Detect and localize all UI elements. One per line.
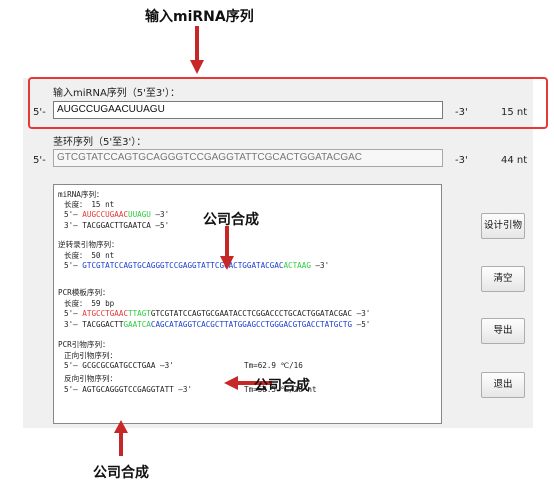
stemloop-field[interactable]: GTCGTATCCAGTGCAGGGTCCGAGGTATTCGCACTGGATA… (53, 149, 443, 167)
arrow-down-icon (220, 226, 234, 270)
stemloop-suffix: -3' (455, 155, 468, 166)
mirna-length: 长度： 15 nt (64, 200, 115, 209)
fwd-tm: Tm=62.9 ℃/16 (244, 361, 303, 370)
fwd-header: 正向引物序列： (64, 351, 118, 360)
exit-button[interactable]: 退出 (481, 372, 525, 398)
rev-sequence: 5'— AGTGCAGGGTCCGAGGTATT —3' (64, 385, 193, 394)
design-primer-button[interactable]: 设计引物 (481, 213, 525, 239)
pcr-length: 长度： 59 bp (64, 299, 115, 308)
pcr-header: PCR模板序列： (58, 288, 110, 297)
stemloop-prefix: 5'- (33, 155, 46, 166)
arrow-down-icon (190, 26, 204, 74)
arrow-up-icon (114, 420, 128, 456)
annotation-input-mirna: 输入miRNA序列 (145, 9, 254, 25)
clear-button[interactable]: 清空 (481, 266, 525, 292)
mirna-line-1: 5'— AUGCCUGAACUUAGU —3' (64, 210, 170, 219)
mirna-input[interactable]: AUGCCUGAACUUAGU (53, 101, 443, 119)
fwd-sequence: 5'— GCGCGCGATGCCTGAA —3' (64, 361, 174, 370)
rev-header: 反向引物序列： (64, 374, 118, 383)
pcr-line-2: 3'— TACGGACTTGAATCACAGCATAGGTCACGCTTATGG… (64, 320, 371, 329)
annotation-synthesis-bottom: 公司合成 (93, 465, 149, 481)
input-label: 输入miRNA序列（5'至3'）： (53, 88, 181, 99)
input-length: 15 nt (501, 107, 528, 118)
annotation-synthesis-right: 公司合成 (254, 378, 310, 394)
mirna-line-2: 3'— TACGGACTTGAATCA —5' (64, 221, 170, 230)
pcr-line-1: 5'— ATGCCTGAACTTAGTGTCGTATCCAGTGCGAATACC… (64, 309, 371, 318)
rt-line-1: 5'— GTCGTATCCAGTGCAGGGTCCGAGGTATTCGCACTG… (64, 261, 330, 270)
stemloop-length: 44 nt (501, 155, 528, 166)
stemloop-label: 茎环序列（5'至3'）： (53, 137, 147, 148)
rt-length: 长度： 50 nt (64, 251, 115, 260)
primer-header: PCR引物序列： (58, 340, 110, 349)
input-suffix: -3' (455, 107, 468, 118)
rt-header: 逆转录引物序列： (58, 240, 119, 249)
export-button[interactable]: 导出 (481, 318, 525, 344)
input-prefix: 5'- (33, 107, 46, 118)
